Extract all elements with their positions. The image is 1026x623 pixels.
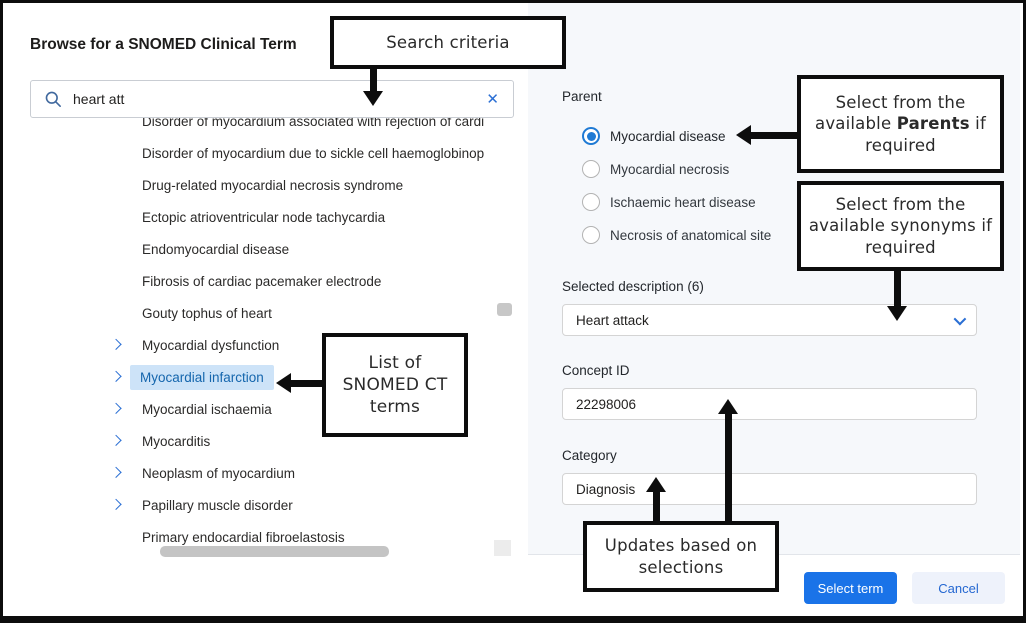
radio-selected-icon[interactable] bbox=[582, 127, 600, 145]
radio-necrosis-of-anatomical-site[interactable]: Necrosis of anatomical site bbox=[582, 226, 771, 244]
arrowhead-down bbox=[363, 91, 383, 106]
select-term-button[interactable]: Select term bbox=[804, 572, 897, 604]
chevron-right-icon[interactable] bbox=[110, 435, 121, 446]
search-input[interactable] bbox=[73, 91, 486, 107]
arrow-to-term bbox=[290, 380, 322, 387]
cancel-button[interactable]: Cancel bbox=[912, 572, 1005, 604]
radio-ischaemic-heart-disease[interactable]: Ischaemic heart disease bbox=[582, 193, 756, 211]
radio-myocardial-necrosis[interactable]: Myocardial necrosis bbox=[582, 160, 729, 178]
clear-search-icon[interactable]: ✕ bbox=[486, 92, 499, 107]
selected-description-dropdown[interactable]: Heart attack bbox=[562, 304, 977, 336]
radio-unselected-icon[interactable] bbox=[582, 160, 600, 178]
radio-unselected-icon[interactable] bbox=[582, 226, 600, 244]
list-item[interactable]: Drug-related myocardial necrosis syndrom… bbox=[30, 169, 516, 201]
callout-search-criteria: Search criteria bbox=[330, 16, 566, 69]
list-item[interactable]: Papillary muscle disorder bbox=[30, 489, 516, 521]
list-item[interactable]: Ectopic atrioventricular node tachycardi… bbox=[30, 201, 516, 233]
arrow-to-category bbox=[653, 491, 660, 521]
selected-description-value: Heart attack bbox=[576, 313, 649, 328]
arrow-to-dropdown bbox=[894, 271, 901, 307]
category-label: Category bbox=[562, 448, 617, 463]
list-item[interactable]: Fibrosis of cardiac pacemaker electrode bbox=[30, 265, 516, 297]
list-item[interactable]: Neoplasm of myocardium bbox=[30, 457, 516, 489]
arrowhead-left bbox=[276, 373, 291, 393]
arrowhead-left bbox=[736, 125, 751, 145]
chevron-right-icon[interactable] bbox=[110, 467, 121, 478]
chevron-right-icon[interactable] bbox=[110, 371, 121, 382]
scrollbar-corner bbox=[494, 540, 511, 556]
search-box[interactable]: ✕ bbox=[30, 80, 514, 118]
list-item[interactable]: Disorder of myocardium due to sickle cel… bbox=[30, 137, 516, 169]
callout-updates: Updates based on selections bbox=[583, 521, 779, 592]
horizontal-scrollbar-thumb[interactable] bbox=[160, 546, 389, 557]
list-item[interactable]: Endomyocardial disease bbox=[30, 233, 516, 265]
list-item[interactable]: Disorder of myocardium associated with r… bbox=[30, 118, 516, 137]
chevron-down-icon bbox=[954, 312, 967, 325]
callout-parents: Select from the available Parents if req… bbox=[797, 75, 1004, 173]
concept-id-label: Concept ID bbox=[562, 363, 630, 378]
arrow-to-concept-id bbox=[725, 413, 732, 521]
dialog-title: Browse for a SNOMED Clinical Term bbox=[30, 36, 297, 54]
callout-term-list: List of SNOMED CT terms bbox=[322, 333, 468, 437]
radio-unselected-icon[interactable] bbox=[582, 193, 600, 211]
snomed-browse-dialog: Browse for a SNOMED Clinical Term ✕ Diso… bbox=[0, 0, 1026, 623]
list-item[interactable]: Gouty tophus of heart bbox=[30, 297, 516, 329]
arrowhead-down bbox=[887, 306, 907, 321]
arrow-to-search bbox=[370, 69, 377, 92]
arrowhead-up bbox=[718, 399, 738, 414]
parent-label: Parent bbox=[562, 89, 602, 104]
radio-myocardial-disease[interactable]: Myocardial disease bbox=[582, 127, 726, 145]
selected-description-label: Selected description (6) bbox=[562, 279, 704, 294]
search-icon bbox=[44, 90, 63, 109]
chevron-right-icon[interactable] bbox=[110, 499, 121, 510]
chevron-right-icon[interactable] bbox=[110, 403, 121, 414]
arrowhead-up bbox=[646, 477, 666, 492]
arrow-to-parent-radio bbox=[750, 132, 797, 139]
category-field[interactable] bbox=[562, 473, 977, 505]
callout-synonyms: Select from the available synonyms if re… bbox=[797, 181, 1004, 271]
vertical-scrollbar-thumb[interactable] bbox=[497, 303, 512, 316]
concept-id-field[interactable] bbox=[562, 388, 977, 420]
chevron-right-icon[interactable] bbox=[110, 339, 121, 350]
